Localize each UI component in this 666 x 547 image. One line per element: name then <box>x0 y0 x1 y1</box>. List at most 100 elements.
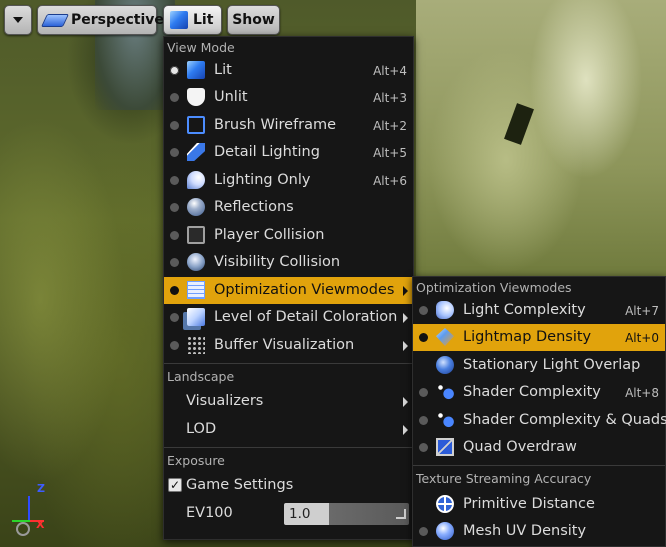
radio-icon <box>170 258 179 267</box>
menu-item-lod[interactable]: LOD <box>164 416 413 443</box>
menu-item-mesh-uv-density[interactable]: Mesh UV Density <box>413 518 665 545</box>
checkbox-checked-icon[interactable]: ✓ <box>168 478 182 492</box>
show-button[interactable]: Show <box>227 5 280 35</box>
radio-icon <box>170 176 179 185</box>
dots-grid-icon <box>187 336 205 354</box>
menu-item-label: Light Complexity <box>463 302 586 318</box>
x-axis-label: X <box>36 518 45 531</box>
game-settings-toggle[interactable]: ✓ Game Settings <box>164 472 413 499</box>
menu-item-visibility-collision[interactable]: Visibility Collision <box>164 249 413 276</box>
menu-item-label: Optimization Viewmodes <box>214 282 395 298</box>
ev100-spinbox[interactable]: 1.0 <box>284 503 409 525</box>
collision-cube-icon <box>187 226 205 244</box>
menu-item-label: Primitive Distance <box>463 496 595 512</box>
view-mode-label: Lit <box>193 12 214 28</box>
menu-item-label: Reflections <box>214 199 294 215</box>
lit-cube-icon <box>187 61 205 79</box>
radio-icon <box>170 121 179 130</box>
game-settings-label: Game Settings <box>186 477 294 493</box>
menu-item-label: Unlit <box>214 89 248 105</box>
menu-item-label: Lit <box>214 62 232 78</box>
menu-item-label: Quad Overdraw <box>463 439 577 455</box>
ev100-value: 1.0 <box>289 506 311 522</box>
ev100-row: EV100 1.0 <box>164 500 413 527</box>
menu-item-label: Visibility Collision <box>214 254 341 270</box>
menu-item-label: Detail Lighting <box>214 144 320 160</box>
radio-icon <box>170 93 179 102</box>
radio-icon <box>419 306 428 315</box>
menu-item-label: Level of Detail Coloration <box>214 309 398 325</box>
menu-item-primitive-distance[interactable]: Primitive Distance <box>413 491 665 518</box>
view-mode-menu: View Mode Lit Alt+4 Unlit Alt+3 Brush Wi… <box>163 36 414 540</box>
menu-item-lit[interactable]: Lit Alt+4 <box>164 57 413 84</box>
texture-streaming-header: Texture Streaming Accuracy <box>416 471 592 486</box>
radio-icon <box>419 388 428 397</box>
menu-item-visualizers[interactable]: Visualizers <box>164 388 413 415</box>
shortcut-label: Alt+5 <box>373 146 407 160</box>
menu-item-player-collision[interactable]: Player Collision <box>164 222 413 249</box>
light-complexity-icon <box>436 301 454 319</box>
radio-selected-icon <box>170 66 179 75</box>
submenu-arrow-icon <box>403 397 408 407</box>
unlit-shield-icon <box>187 88 205 106</box>
shortcut-label: Alt+3 <box>373 91 407 105</box>
menu-item-light-complexity[interactable]: Light Complexity Alt+7 <box>413 297 665 324</box>
radio-icon <box>419 527 428 536</box>
grid-icon <box>187 281 205 299</box>
menu-item-unlit[interactable]: Unlit Alt+3 <box>164 84 413 111</box>
landscape-header: Landscape <box>167 369 235 384</box>
divider <box>164 363 413 364</box>
shader-sparkle-icon <box>436 383 454 401</box>
exposure-header: Exposure <box>167 453 225 468</box>
optimization-header: Optimization Viewmodes <box>416 280 572 295</box>
ev100-label: EV100 <box>186 505 233 521</box>
menu-item-shader-complexity-quads[interactable]: Shader Complexity & Quads <box>413 407 666 434</box>
menu-item-label: LOD <box>186 421 217 437</box>
menu-item-label: Player Collision <box>214 227 325 243</box>
gizmo-circle-icon <box>16 522 30 536</box>
view-mode-header: View Mode <box>167 40 235 55</box>
shader-quads-icon <box>436 411 454 429</box>
radio-icon <box>170 231 179 240</box>
perspective-button[interactable]: Perspective <box>37 5 164 35</box>
menu-item-detail-lighting[interactable]: Detail Lighting Alt+5 <box>164 139 413 166</box>
perspective-icon <box>40 13 70 27</box>
menu-item-optimization-viewmodes[interactable]: Optimization Viewmodes <box>164 277 413 304</box>
flashlight-icon <box>187 143 205 161</box>
menu-item-reflections[interactable]: Reflections <box>164 194 413 221</box>
menu-item-label: Buffer Visualization <box>214 337 355 353</box>
radio-icon <box>170 148 179 157</box>
perspective-label: Perspective <box>71 12 164 28</box>
radio-icon <box>419 333 428 342</box>
lit-cube-icon <box>170 11 188 29</box>
quad-icon <box>436 438 454 456</box>
radio-icon <box>419 443 428 452</box>
menu-item-stationary-light-overlap[interactable]: Stationary Light Overlap <box>413 352 665 379</box>
terrain-hill <box>416 0 666 280</box>
axis-gizmo: Z X <box>6 480 56 540</box>
menu-item-lightmap-density[interactable]: Lightmap Density Alt+0 <box>413 324 665 351</box>
menu-item-lod-coloration[interactable]: Level of Detail Coloration <box>164 304 413 331</box>
menu-item-brush-wireframe[interactable]: Brush Wireframe Alt+2 <box>164 112 413 139</box>
menu-item-label: Shader Complexity <box>463 384 601 400</box>
menu-item-label: Stationary Light Overlap <box>463 357 641 373</box>
menu-item-label: Visualizers <box>186 393 264 409</box>
submenu-arrow-icon <box>403 313 408 323</box>
menu-item-quad-overdraw[interactable]: Quad Overdraw <box>413 434 665 461</box>
stationary-light-icon <box>436 356 454 374</box>
z-axis-label: Z <box>37 482 45 495</box>
radio-icon <box>419 416 428 425</box>
resize-handle-icon <box>396 509 406 519</box>
menu-item-lighting-only[interactable]: Lighting Only Alt+6 <box>164 167 413 194</box>
submenu-arrow-icon <box>403 341 408 351</box>
z-axis-line <box>28 496 30 522</box>
shortcut-label: Alt+0 <box>625 331 659 345</box>
visibility-sphere-icon <box>187 253 205 271</box>
radio-icon <box>170 341 179 350</box>
menu-item-buffer-visualization[interactable]: Buffer Visualization <box>164 332 413 359</box>
viewport-options-button[interactable] <box>4 5 32 35</box>
menu-item-label: Lighting Only <box>214 172 311 188</box>
menu-item-label: Shader Complexity & Quads <box>463 412 666 428</box>
menu-item-shader-complexity[interactable]: Shader Complexity Alt+8 <box>413 379 665 406</box>
view-mode-button[interactable]: Lit <box>163 5 222 35</box>
